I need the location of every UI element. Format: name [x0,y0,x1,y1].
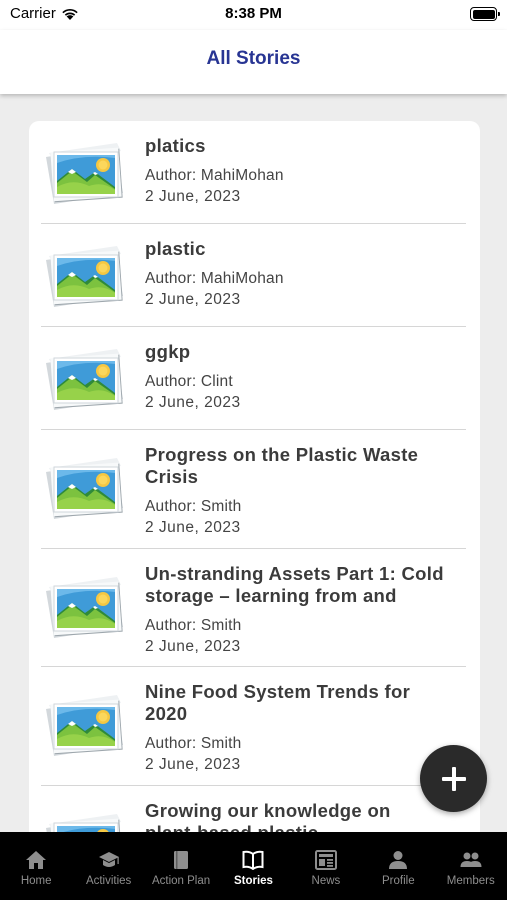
people-icon [460,852,482,867]
plus-icon [441,766,466,791]
story-text: Progress on the Plastic Waste Crisis Aut… [145,444,466,538]
story-title-line-2: Crisis [145,466,199,487]
battery-icon [470,7,500,21]
story-title-line-1: Nine Food System Trends for [145,681,411,702]
tab-label: Activities [85,875,132,887]
status-time: 8:38 PM [225,5,282,22]
tab-activities[interactable]: Activities [72,832,144,900]
person-icon [389,851,408,869]
story-author: Author: Smith [145,498,242,515]
story-text: Growing our knowledge on plant-based pla… [145,800,466,832]
story-item-plastic[interactable]: plastic Author: MahiMohan 2 June, 2023 [41,224,466,327]
tab-label: Action Plan [151,875,211,887]
tab-label: Stories [233,875,273,887]
home-icon [26,851,47,869]
story-date: 2 June, 2023 [145,756,241,773]
stories-scroll-area[interactable]: platics Author: MahiMohan 2 June, 2023 p… [0,94,507,832]
image-placeholder-icon [43,137,127,207]
bottom-tab-bar: Home Activities Action Plan Stories News… [0,832,507,900]
story-date: 2 June, 2023 [145,519,241,536]
story-title-line-2: 2020 [145,703,188,724]
story-date: 2 June, 2023 [145,394,241,411]
story-author: Author: MahiMohan [145,270,284,287]
story-date: 2 June, 2023 [145,188,241,205]
story-author: Author: Clint [145,373,233,390]
story-item-plant-based-plastic[interactable]: Growing our knowledge on plant-based pla… [41,786,466,832]
story-title-line-1: Growing our knowledge on [145,800,391,821]
story-text: Nine Food System Trends for 2020 Author:… [145,681,466,775]
status-bar: Carrier 8:38 PM [0,0,507,30]
story-date: 2 June, 2023 [145,291,241,308]
story-title-line-1: Un-stranding Assets Part 1: Cold [145,563,444,584]
graduation-cap-icon [98,852,119,867]
open-book-icon [242,850,264,870]
book-icon [174,851,189,869]
image-placeholder-icon [43,689,127,759]
story-title: ggkp [145,341,191,362]
add-story-button[interactable] [420,745,487,812]
story-item-unstranding-assets[interactable]: Un-stranding Assets Part 1: Cold storage… [41,549,466,667]
story-title: plastic [145,238,206,259]
story-item-food-system-trends[interactable]: Nine Food System Trends for 2020 Author:… [41,667,466,786]
navigation-bar: All Stories [0,30,507,94]
image-placeholder-icon [43,343,127,413]
story-author: Author: MahiMohan [145,167,284,184]
story-text: ggkp Author: Clint 2 June, 2023 [145,341,466,413]
tab-label: News [311,875,341,887]
story-title-line-1: Progress on the Plastic Waste [145,444,419,465]
tab-action-plan[interactable]: Action Plan [145,832,217,900]
story-title-line-2: plant-based plastic [145,822,466,832]
story-item-ggkp[interactable]: ggkp Author: Clint 2 June, 2023 [41,327,466,430]
story-text: Un-stranding Assets Part 1: Cold storage… [145,563,466,657]
image-placeholder-icon [43,571,127,641]
story-text: plastic Author: MahiMohan 2 June, 2023 [145,238,466,310]
story-item-plastic-waste-crisis[interactable]: Progress on the Plastic Waste Crisis Aut… [41,430,466,549]
stories-card: platics Author: MahiMohan 2 June, 2023 p… [29,121,480,832]
tab-home[interactable]: Home [0,832,72,900]
tab-label: Profile [382,875,415,887]
story-item-platics[interactable]: platics Author: MahiMohan 2 June, 2023 [41,121,466,224]
page-title: All Stories [206,48,301,69]
image-placeholder-icon [43,240,127,310]
tab-members[interactable]: Members [435,832,507,900]
image-placeholder-icon [43,808,127,832]
story-date: 2 June, 2023 [145,638,241,655]
tab-label: Home [20,875,52,887]
story-title-line-2: storage – learning from and [145,585,397,606]
tab-stories[interactable]: Stories [217,832,289,900]
story-text: platics Author: MahiMohan 2 June, 2023 [145,135,466,207]
image-placeholder-icon [43,452,127,522]
story-title: platics [145,135,206,156]
newspaper-icon [314,850,337,870]
tab-news[interactable]: News [290,832,362,900]
story-author: Author: Smith [145,735,242,752]
tab-label: Members [446,875,495,887]
tab-profile[interactable]: Profile [362,832,434,900]
story-author: Author: Smith [145,617,242,634]
